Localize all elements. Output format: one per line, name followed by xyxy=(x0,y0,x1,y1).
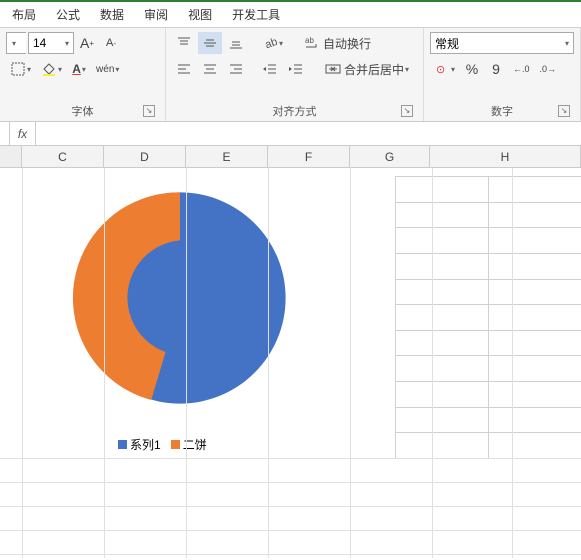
phonetic-button[interactable]: wén▾ xyxy=(92,58,123,80)
col-header[interactable]: E xyxy=(186,146,268,167)
align-bottom-icon xyxy=(228,35,244,51)
orientation-icon: ab xyxy=(262,35,278,51)
align-left-button[interactable] xyxy=(172,58,196,80)
orientation-button[interactable]: ab▾ xyxy=(258,32,287,54)
tab-devtools[interactable]: 开发工具 xyxy=(222,2,290,27)
column-headers: C D E F G H xyxy=(0,146,581,168)
group-number: 常规▾ ⊙▾ % 9 ←.0 .0→ 数字↘ xyxy=(424,28,581,121)
formula-bar: fx xyxy=(0,122,581,146)
ribbon-tabs: 布局 公式 数据 审阅 视图 开发工具 xyxy=(0,2,581,28)
indent-decrease-button[interactable] xyxy=(258,58,282,80)
grow-font-button[interactable]: A+ xyxy=(76,32,98,54)
align-right-button[interactable] xyxy=(224,58,248,80)
svg-text:ab: ab xyxy=(305,36,314,45)
tab-layout[interactable]: 布局 xyxy=(2,2,46,27)
col-header[interactable]: H xyxy=(430,146,581,167)
merge-label: 合并后居中 xyxy=(344,61,404,78)
cell-grid[interactable]: 系列1 二饼 xyxy=(0,168,581,558)
svg-text:ab: ab xyxy=(264,36,278,51)
indent-dec-icon xyxy=(262,61,278,77)
name-box[interactable] xyxy=(0,122,10,145)
shrink-font-button[interactable]: A- xyxy=(100,32,122,54)
svg-text:⊙: ⊙ xyxy=(436,64,445,76)
worksheet: C D E F G H 系列1 二饼 xyxy=(0,146,581,558)
tab-formula[interactable]: 公式 xyxy=(46,2,90,27)
pie-chart[interactable] xyxy=(60,178,360,458)
col-header[interactable]: F xyxy=(268,146,350,167)
legend-swatch-icon xyxy=(171,440,180,449)
legend-swatch-icon xyxy=(118,440,127,449)
align-center-icon xyxy=(202,61,218,77)
align-center-button[interactable] xyxy=(198,58,222,80)
col-header[interactable]: D xyxy=(104,146,186,167)
align-bottom-button[interactable] xyxy=(224,32,248,54)
group-align: ab▾ ab 自动换行 合并后居中▾ 对齐方式↘ xyxy=(166,28,424,121)
group-font: ▾ 14▾ A+ A- ▾ ▾ A▾ wén▾ 字体↘ xyxy=(0,28,166,121)
indent-increase-button[interactable] xyxy=(284,58,308,80)
font-size-value: 14 xyxy=(33,36,46,50)
tab-review[interactable]: 审阅 xyxy=(134,2,178,27)
select-all-corner[interactable] xyxy=(0,146,22,167)
formula-input[interactable] xyxy=(36,122,581,145)
wrap-label: 自动换行 xyxy=(323,35,371,52)
number-format-value: 常规 xyxy=(435,35,459,52)
border-button[interactable]: ▾ xyxy=(6,58,35,80)
group-align-label: 对齐方式↘ xyxy=(172,101,417,119)
bucket-icon xyxy=(41,61,57,77)
currency-button[interactable]: ⊙▾ xyxy=(430,58,459,80)
wrap-icon: ab xyxy=(304,35,320,51)
align-right-icon xyxy=(228,61,244,77)
legend-item: 二饼 xyxy=(171,436,207,453)
tab-view[interactable]: 视图 xyxy=(178,2,222,27)
font-color-button[interactable]: A▾ xyxy=(68,58,90,80)
font-launcher[interactable]: ↘ xyxy=(143,105,155,117)
fill-color-button[interactable]: ▾ xyxy=(37,58,66,80)
fx-label[interactable]: fx xyxy=(10,122,36,145)
align-middle-icon xyxy=(202,35,218,51)
merge-icon xyxy=(325,61,341,77)
tab-data[interactable]: 数据 xyxy=(90,2,134,27)
number-launcher[interactable]: ↘ xyxy=(558,105,570,117)
floating-grid-overlay[interactable] xyxy=(395,176,581,458)
group-font-label: 字体↘ xyxy=(6,101,159,119)
col-header[interactable]: C xyxy=(22,146,104,167)
number-format-select[interactable]: 常规▾ xyxy=(430,32,574,54)
indent-inc-icon xyxy=(288,61,304,77)
align-middle-button[interactable] xyxy=(198,32,222,54)
percent-button[interactable]: % xyxy=(461,58,483,80)
group-number-label: 数字↘ xyxy=(430,101,574,119)
merge-center-button[interactable]: 合并后居中▾ xyxy=(318,58,416,80)
align-left-icon xyxy=(176,61,192,77)
align-top-icon xyxy=(176,35,192,51)
increase-decimal-button[interactable]: ←.0 xyxy=(509,58,534,80)
align-launcher[interactable]: ↘ xyxy=(401,105,413,117)
chart-legend: 系列1 二饼 xyxy=(118,436,207,453)
legend-item: 系列1 xyxy=(118,436,161,453)
font-size-select[interactable]: 14▾ xyxy=(28,32,74,54)
ribbon: ▾ 14▾ A+ A- ▾ ▾ A▾ wén▾ 字体↘ ab▾ xyxy=(0,28,581,122)
wrap-text-button[interactable]: ab 自动换行 xyxy=(297,32,378,54)
col-header[interactable]: G xyxy=(350,146,430,167)
align-top-button[interactable] xyxy=(172,32,196,54)
currency-icon: ⊙ xyxy=(434,61,450,77)
legend-label: 系列1 xyxy=(130,438,161,452)
border-icon xyxy=(10,61,26,77)
comma-button[interactable]: 9 xyxy=(485,58,507,80)
pie-chart-svg xyxy=(60,178,300,418)
decrease-decimal-button[interactable]: .0→ xyxy=(536,58,561,80)
font-family-select[interactable]: ▾ xyxy=(6,32,26,54)
